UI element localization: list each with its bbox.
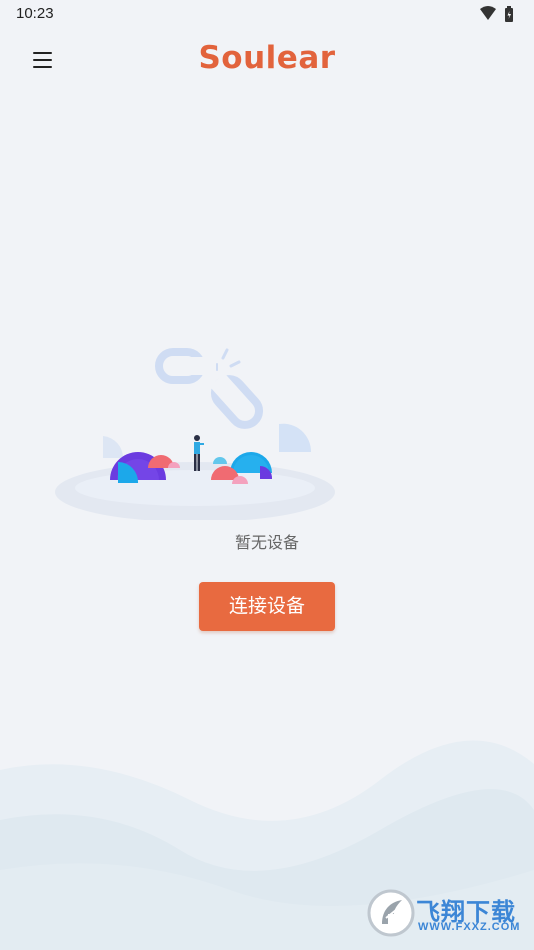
app-logo: Soulear — [198, 40, 336, 76]
battery-icon — [505, 6, 513, 22]
watermark: 飞翔下载 WWW.FXXZ.COM — [366, 888, 528, 942]
watermark-url: WWW.FXXZ.COM — [418, 921, 521, 933]
status-bar: 10:23 — [0, 0, 534, 30]
broken-link-illustration — [55, 348, 335, 520]
empty-state-message: 暂无设备 — [234, 533, 299, 552]
watermark-logo-icon — [367, 889, 415, 937]
wifi-icon — [480, 6, 496, 20]
connect-device-button[interactable]: 连接设备 — [199, 582, 335, 631]
app-header: Soulear — [0, 30, 534, 90]
status-time: 10:23 — [16, 5, 54, 22]
status-icons — [478, 5, 522, 23]
